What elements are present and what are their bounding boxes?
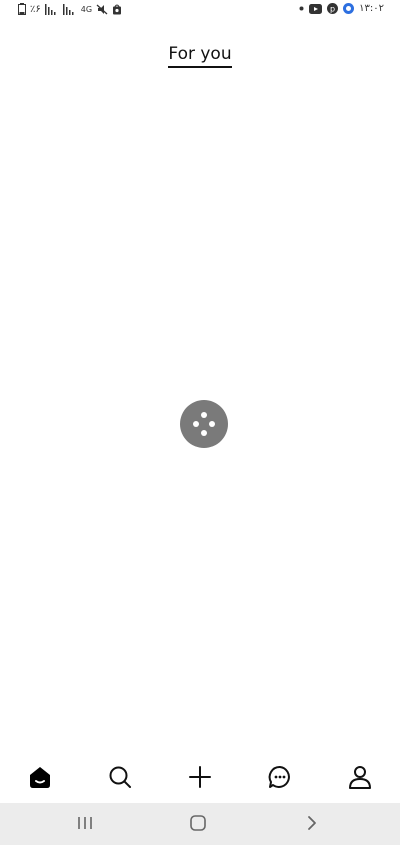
home-button-icon bbox=[189, 814, 207, 836]
loader-dot bbox=[193, 421, 199, 427]
recents-icon bbox=[76, 815, 94, 835]
signal-icon bbox=[44, 3, 59, 15]
nav-messages-button[interactable] bbox=[260, 759, 300, 799]
status-left: ٪۶ 4G bbox=[18, 3, 122, 15]
search-icon bbox=[107, 764, 133, 794]
header: For you bbox=[0, 44, 400, 68]
battery-icon bbox=[18, 3, 26, 15]
loader-dot bbox=[209, 421, 215, 427]
youtube-icon bbox=[309, 3, 323, 14]
screen: ٪۶ 4G p ۱۳:۰۲ For you bbox=[0, 0, 400, 845]
mute-icon bbox=[96, 4, 108, 15]
nav-profile-button[interactable] bbox=[340, 759, 380, 799]
messages-icon bbox=[267, 764, 293, 794]
status-right: p ۱۳:۰۲ bbox=[299, 3, 384, 14]
messenger-icon bbox=[343, 3, 355, 14]
system-home-button[interactable] bbox=[186, 813, 210, 837]
battery-percent: ٪۶ bbox=[30, 3, 41, 15]
clock: ۱۳:۰۲ bbox=[359, 3, 384, 14]
svg-text:p: p bbox=[330, 4, 335, 13]
loader-dot bbox=[201, 430, 207, 436]
nav-create-button[interactable] bbox=[180, 759, 220, 799]
loader-dot bbox=[201, 412, 207, 418]
plus-icon bbox=[187, 764, 213, 794]
status-bar: ٪۶ 4G p ۱۳:۰۲ bbox=[0, 0, 400, 20]
nav-search-button[interactable] bbox=[100, 759, 140, 799]
bag-icon bbox=[112, 4, 122, 15]
system-back-button[interactable] bbox=[300, 813, 324, 837]
system-recents-button[interactable] bbox=[73, 813, 97, 837]
dot-icon bbox=[299, 6, 304, 11]
loading-spinner bbox=[180, 400, 228, 448]
home-icon bbox=[27, 764, 53, 794]
pinterest-icon: p bbox=[327, 3, 339, 14]
network-type: 4G bbox=[80, 4, 93, 14]
bottom-nav bbox=[0, 756, 400, 802]
system-nav-bar bbox=[0, 803, 400, 845]
signal-icon-2 bbox=[62, 3, 77, 15]
profile-icon bbox=[347, 764, 373, 794]
back-icon bbox=[305, 814, 319, 836]
tab-for-you[interactable]: For you bbox=[168, 44, 232, 68]
nav-home-button[interactable] bbox=[20, 759, 60, 799]
